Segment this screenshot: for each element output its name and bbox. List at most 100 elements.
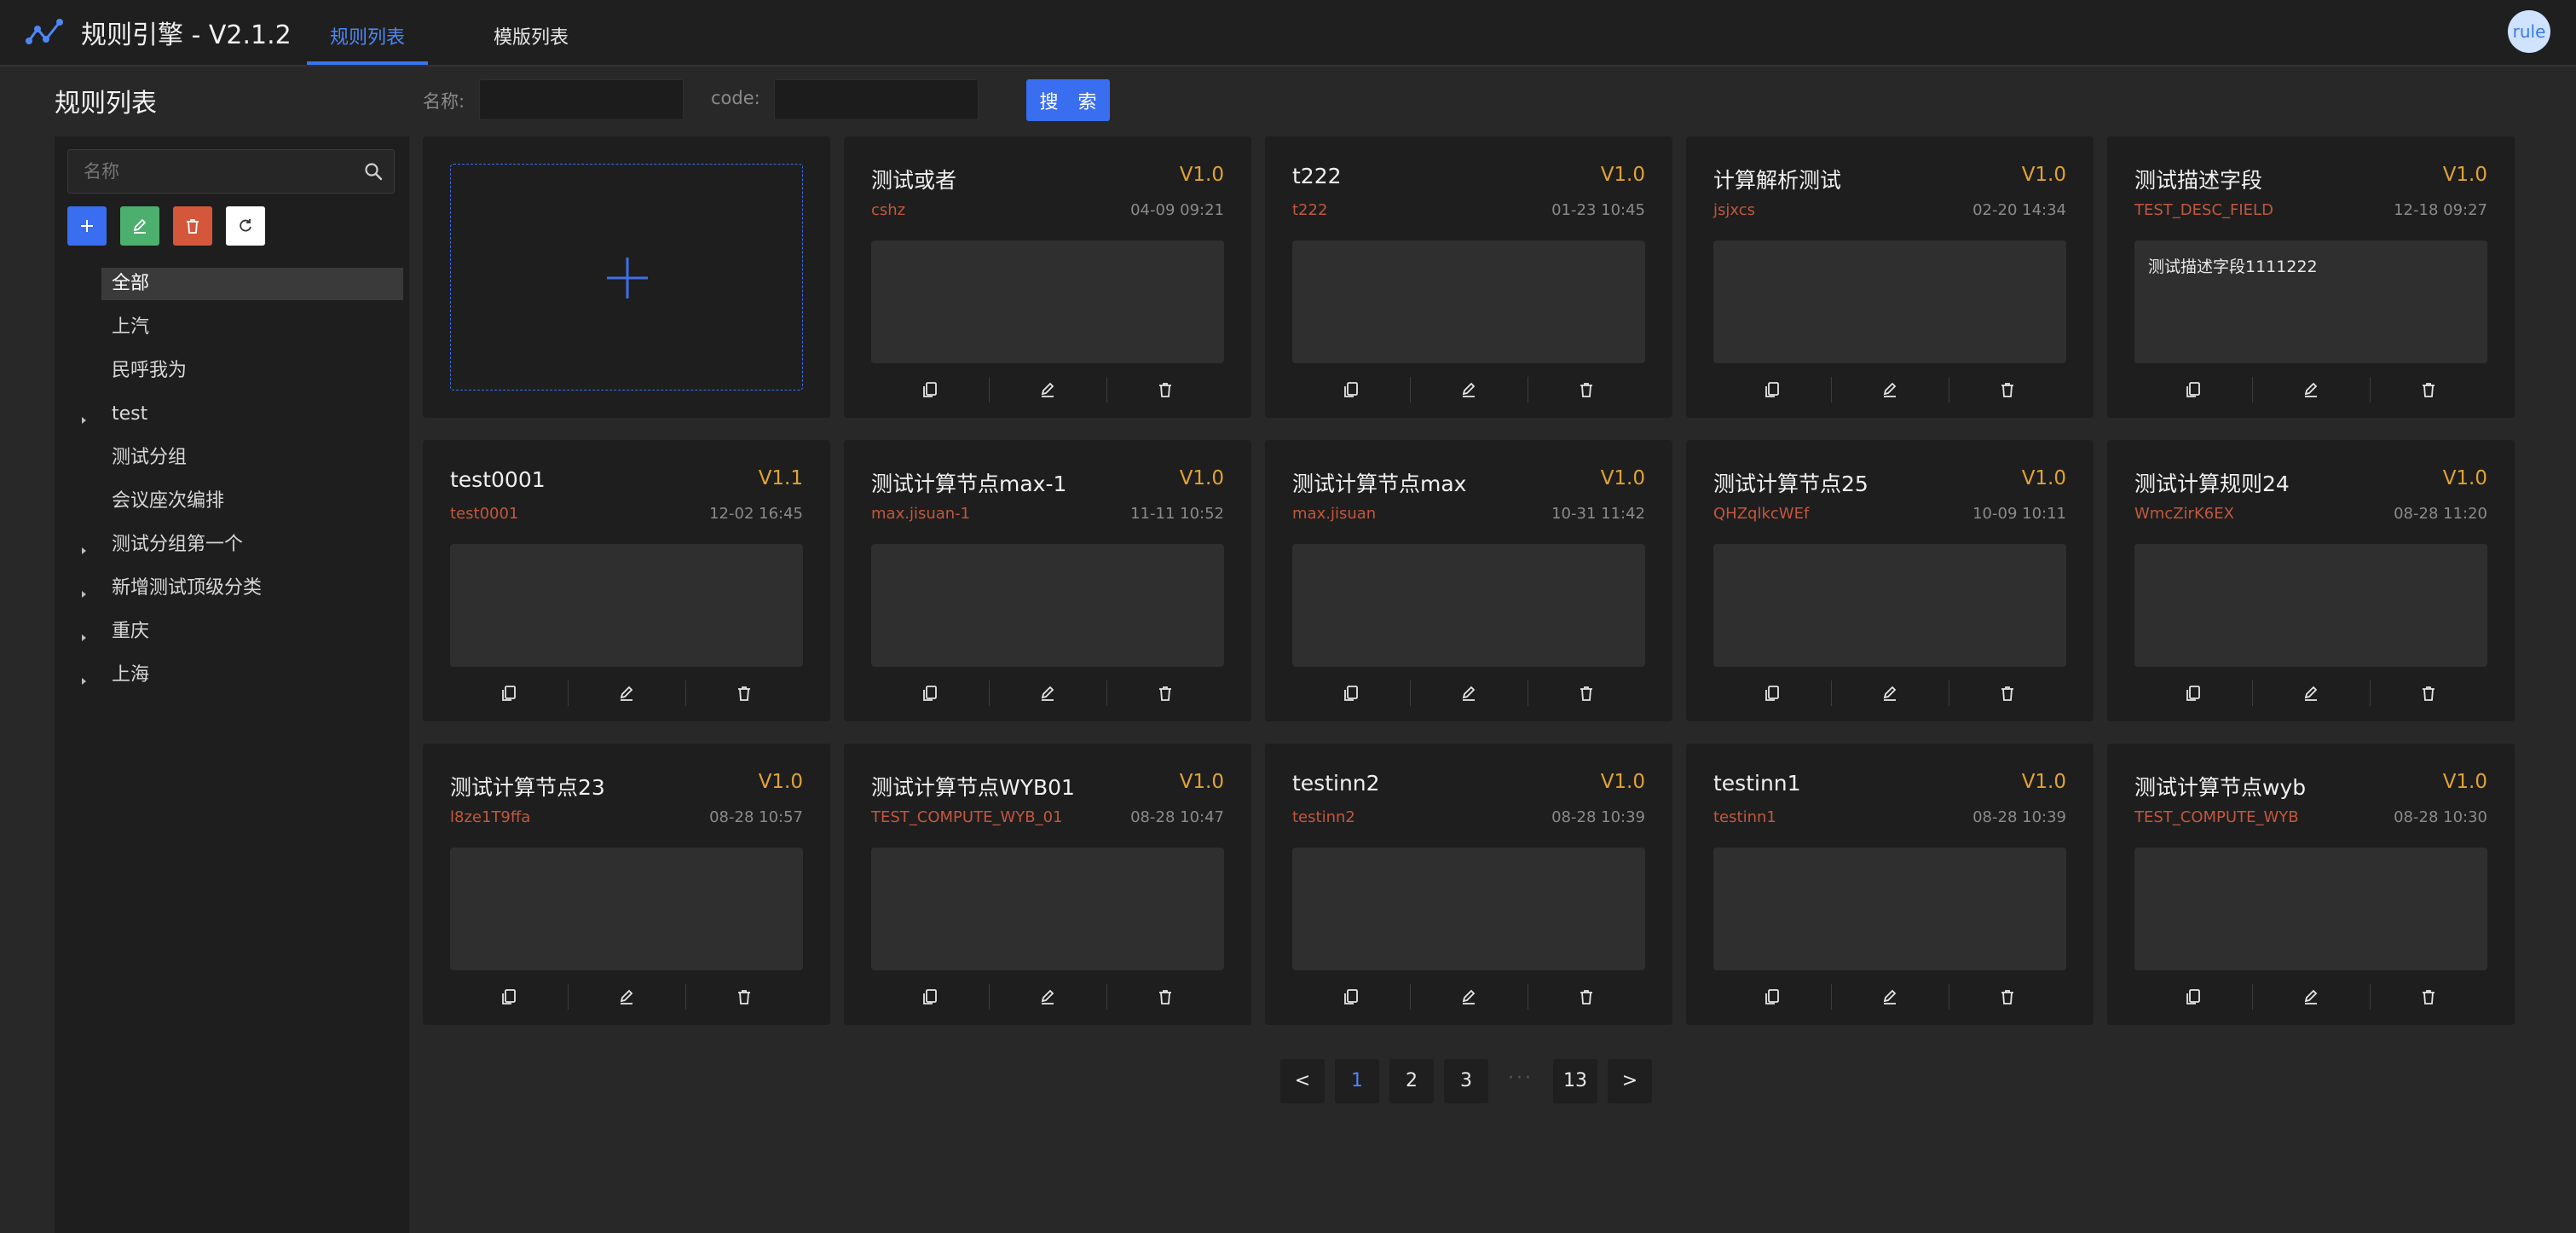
copy-button[interactable] <box>1713 981 1831 1011</box>
delete-button[interactable] <box>1528 981 1645 1011</box>
code-search-input[interactable] <box>774 79 979 120</box>
delete-button[interactable] <box>1949 677 2066 708</box>
caret-right-icon[interactable] <box>78 589 89 599</box>
delete-button[interactable] <box>1528 677 1645 708</box>
tree-item[interactable]: 上海 <box>101 659 403 692</box>
rule-card[interactable]: 测试或者 V1.0 cshz 04-09 09:21 <box>844 136 1251 418</box>
copy-button[interactable] <box>871 373 989 404</box>
copy-button[interactable] <box>2134 981 2252 1011</box>
tree-item-all[interactable]: 全部 <box>101 268 403 300</box>
prev-page-button[interactable]: < <box>1280 1059 1325 1103</box>
tree-item[interactable]: 重庆 <box>101 616 403 648</box>
caret-right-icon[interactable] <box>78 546 89 556</box>
copy-button[interactable] <box>1292 373 1410 404</box>
rule-version: V1.0 <box>1600 467 1645 489</box>
rule-card[interactable]: 测试计算节点WYB01 V1.0 TEST_COMPUTE_WYB_01 08-… <box>844 744 1251 1025</box>
copy-button[interactable] <box>450 677 568 708</box>
rule-card[interactable]: testinn2 V1.0 testinn2 08-28 10:39 <box>1265 744 1672 1025</box>
delete-button[interactable] <box>1949 373 2066 404</box>
tree-item[interactable]: 新增测试顶级分类 <box>101 572 403 605</box>
rule-version: V1.0 <box>758 771 803 793</box>
copy-button[interactable] <box>2134 373 2252 404</box>
add-rule-button[interactable] <box>450 164 803 391</box>
caret-right-icon[interactable] <box>78 633 89 643</box>
delete-button[interactable] <box>685 981 803 1011</box>
delete-button[interactable] <box>1949 981 2066 1011</box>
rule-card[interactable]: 测试计算节点25 V1.0 QHZqlkcWEf 10-09 10:11 <box>1686 440 2094 721</box>
delete-button[interactable] <box>685 677 803 708</box>
page-button-2[interactable]: 2 <box>1389 1059 1434 1103</box>
rule-card[interactable]: 测试计算节点max-1 V1.0 max.jisuan-1 11-11 10:5… <box>844 440 1251 721</box>
rule-code: l8ze1T9ffa <box>450 808 531 826</box>
page-ellipsis[interactable]: ··· <box>1502 1059 1539 1103</box>
add-group-button[interactable] <box>67 206 107 246</box>
search-button[interactable]: 搜 索 <box>1026 79 1110 121</box>
copy-button[interactable] <box>2134 677 2252 708</box>
copy-button[interactable] <box>1292 981 1410 1011</box>
delete-button[interactable] <box>1106 981 1224 1011</box>
edit-button[interactable] <box>2252 373 2370 404</box>
edit-button[interactable] <box>989 373 1106 404</box>
name-search-input[interactable] <box>479 79 684 120</box>
tree-item[interactable]: 上汽 <box>101 311 403 344</box>
edit-button[interactable] <box>989 677 1106 708</box>
rule-card[interactable]: t222 V1.0 t222 01-23 10:45 <box>1265 136 1672 418</box>
edit-button[interactable] <box>2252 981 2370 1011</box>
rule-card[interactable]: test0001 V1.1 test0001 12-02 16:45 <box>423 440 830 721</box>
edit-button[interactable] <box>1831 373 1949 404</box>
edit-button[interactable] <box>1831 981 1949 1011</box>
delete-button[interactable] <box>1106 677 1224 708</box>
edit-button[interactable] <box>1410 373 1528 404</box>
rule-card[interactable]: 测试计算节点wyb V1.0 TEST_COMPUTE_WYB 08-28 10… <box>2107 744 2515 1025</box>
refresh-button[interactable] <box>226 206 265 246</box>
caret-right-icon[interactable] <box>78 676 89 686</box>
tree-item[interactable]: test <box>101 398 403 431</box>
copy-button[interactable] <box>871 981 989 1011</box>
rule-card[interactable]: 测试计算节点23 V1.0 l8ze1T9ffa 08-28 10:57 <box>423 744 830 1025</box>
edit-button[interactable] <box>1410 981 1528 1011</box>
tree-item[interactable]: 会议座次编排 <box>101 485 403 518</box>
tree-item[interactable]: 民呼我为 <box>101 355 403 387</box>
delete-button[interactable] <box>2370 373 2487 404</box>
rule-version: V1.0 <box>2442 467 2487 489</box>
caret-right-icon[interactable] <box>78 415 89 425</box>
copy-icon <box>1344 989 1358 1004</box>
page-button-last[interactable]: 13 <box>1553 1059 1597 1103</box>
copy-button[interactable] <box>1713 677 1831 708</box>
copy-button[interactable] <box>871 677 989 708</box>
search-icon[interactable] <box>363 161 384 182</box>
copy-button[interactable] <box>450 981 568 1011</box>
tab-template-list[interactable]: 模版列表 <box>494 22 569 49</box>
rule-card[interactable]: 测试描述字段 V1.0 TEST_DESC_FIELD 12-18 09:27 … <box>2107 136 2515 418</box>
edit-button[interactable] <box>989 981 1106 1011</box>
delete-button[interactable] <box>1528 373 1645 404</box>
tree-item[interactable]: 测试分组 <box>101 442 403 474</box>
rule-card[interactable]: 计算解析测试 V1.0 jsjxcs 02-20 14:34 <box>1686 136 2094 418</box>
rule-card[interactable]: testinn1 V1.0 testinn1 08-28 10:39 <box>1686 744 2094 1025</box>
copy-icon <box>502 989 516 1004</box>
delete-button[interactable] <box>1106 373 1224 404</box>
edit-button[interactable] <box>568 677 685 708</box>
tree-item[interactable]: 测试分组第一个 <box>101 529 403 561</box>
copy-button[interactable] <box>1292 677 1410 708</box>
copy-button[interactable] <box>1713 373 1831 404</box>
delete-group-button[interactable] <box>173 206 212 246</box>
page-button-3[interactable]: 3 <box>1444 1059 1488 1103</box>
edit-button[interactable] <box>2252 677 2370 708</box>
rule-card[interactable]: 测试计算规则24 V1.0 WmcZirK6EX 08-28 11:20 <box>2107 440 2515 721</box>
page-button-1[interactable]: 1 <box>1335 1059 1379 1103</box>
tab-rule-list[interactable]: 规则列表 <box>330 22 405 49</box>
edit-icon <box>620 686 633 701</box>
edit-button[interactable] <box>568 981 685 1011</box>
edit-button[interactable] <box>1410 677 1528 708</box>
rule-card[interactable]: 测试计算节点max V1.0 max.jisuan 10-31 11:42 <box>1265 440 1672 721</box>
edit-icon <box>1462 382 1476 397</box>
delete-button[interactable] <box>2370 981 2487 1011</box>
avatar[interactable]: rule <box>2508 10 2550 53</box>
delete-button[interactable] <box>2370 677 2487 708</box>
edit-group-button[interactable] <box>120 206 159 246</box>
next-page-button[interactable]: > <box>1608 1059 1652 1103</box>
edit-button[interactable] <box>1831 677 1949 708</box>
rule-version: V1.0 <box>1600 771 1645 793</box>
tree-search-input[interactable] <box>68 150 341 193</box>
